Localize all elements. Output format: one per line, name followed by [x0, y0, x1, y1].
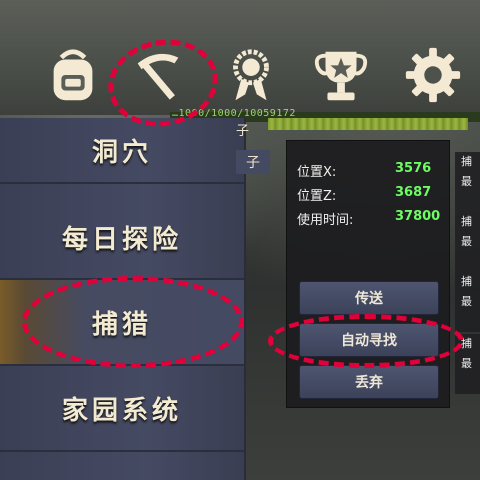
info-row-time: 使用时间: 37800 — [297, 209, 447, 231]
info-row-x: 位置X: 3576 — [297, 161, 447, 183]
gear-icon — [405, 47, 461, 103]
menu-divider — [0, 182, 244, 184]
info-label: 使用时间: — [297, 213, 354, 228]
info-value: 37800 — [395, 209, 441, 224]
right-list-item[interactable]: 捕 最 — [455, 272, 480, 332]
teleport-button[interactable]: 传送 — [299, 281, 439, 315]
info-value: 3576 — [395, 161, 432, 176]
menu-item-daily-explore[interactable]: 每日探险 — [0, 196, 244, 278]
right-list-label: 捕 — [461, 215, 472, 228]
info-label: 位置X: — [297, 165, 337, 180]
right-list-label: 捕 — [461, 155, 472, 168]
info-row-z: 位置Z: 3687 — [297, 185, 447, 207]
location-info-panel: 位置X: 3576 位置Z: 3687 使用时间: 37800 传送 自动寻找 … — [286, 140, 450, 408]
auto-find-button[interactable]: 自动寻找 — [299, 323, 439, 357]
right-list-sublabel: 最 — [461, 175, 472, 188]
right-list-label: 捕 — [461, 337, 472, 350]
side-tab[interactable]: 子 — [236, 150, 270, 174]
right-list-item[interactable]: 捕 最 — [455, 334, 480, 394]
achievement-button[interactable] — [216, 40, 286, 110]
right-list-sublabel: 最 — [461, 295, 472, 308]
backpack-button[interactable] — [38, 40, 108, 110]
backpack-icon — [53, 49, 93, 101]
top-tag: 子 — [236, 124, 250, 139]
progress-bar — [268, 118, 468, 130]
right-list-sublabel: 最 — [461, 235, 472, 248]
menu-item-hunting[interactable]: 捕猎 — [0, 280, 244, 364]
menu-item-home-system[interactable]: 家园系统 — [0, 366, 244, 450]
info-value: 3687 — [395, 185, 432, 200]
right-list-sublabel: 最 — [461, 357, 472, 370]
pickaxe-icon — [137, 53, 179, 100]
right-list-label: 捕 — [461, 275, 472, 288]
ranking-button[interactable] — [306, 40, 376, 110]
medal-icon — [233, 49, 269, 101]
menu-divider — [0, 450, 244, 452]
left-menu: 洞穴 每日探险 捕猎 家园系统 — [0, 118, 246, 480]
info-label: 位置Z: — [297, 189, 337, 204]
right-list-item[interactable]: 捕 最 — [455, 152, 480, 212]
settings-button[interactable] — [398, 40, 468, 110]
discard-button[interactable]: 丢弃 — [299, 365, 439, 399]
mining-button[interactable] — [124, 40, 194, 110]
trophy-icon — [314, 51, 368, 101]
right-list-item[interactable]: 捕 最 — [455, 212, 480, 272]
menu-item-cave[interactable]: 洞穴 — [0, 118, 244, 182]
